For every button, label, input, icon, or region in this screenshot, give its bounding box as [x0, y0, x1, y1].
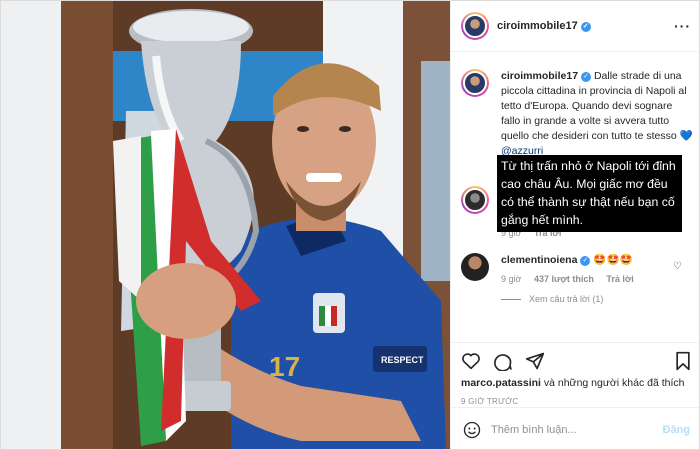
post-actions: marco.patassini và những người khác đã t…: [451, 342, 699, 406]
verified-badge-icon: ✓: [581, 72, 592, 82]
svg-text:17: 17: [269, 351, 300, 382]
comment-like-heart-icon[interactable]: ♡: [673, 261, 682, 272]
header-username[interactable]: ciroimmobile17 ✓: [497, 20, 591, 32]
comment-likes-count[interactable]: 437 lượt thích: [534, 274, 594, 284]
avatar[interactable]: [461, 69, 489, 97]
post-comment-button[interactable]: Đăng: [663, 424, 691, 436]
post-header: ciroimmobile17 ✓ ···: [451, 1, 699, 52]
avatar[interactable]: [461, 12, 489, 40]
photo-illustration: RESPECT 17: [1, 1, 450, 449]
translation-overlay: Từ thị trấn nhỏ ở Napoli tới đỉnh cao ch…: [497, 155, 682, 232]
caption: ciroimmobile17 ✓ Dalle strade di una picc…: [461, 69, 694, 159]
liked-by-username[interactable]: marco.patassini: [461, 377, 541, 389]
likes-summary: marco.patassini và những người khác đã t…: [461, 377, 685, 389]
bookmark-icon[interactable]: [674, 351, 692, 371]
avatar[interactable]: [461, 253, 489, 281]
instagram-post-window: RESPECT 17 ciroimmobile17 ✓ ··· ciroimmo…: [0, 0, 700, 450]
comment-username[interactable]: clementinoiena: [501, 254, 577, 266]
post-photo[interactable]: RESPECT 17: [1, 1, 450, 449]
comment-icon[interactable]: [493, 351, 513, 371]
reply-button[interactable]: Trả lời: [606, 274, 633, 284]
share-icon[interactable]: [525, 351, 545, 371]
verified-badge-icon: ✓: [580, 256, 591, 266]
svg-text:RESPECT: RESPECT: [381, 355, 424, 365]
avatar[interactable]: [461, 186, 489, 214]
heart-icon[interactable]: [461, 352, 481, 370]
action-icons: [461, 347, 692, 375]
comment-text: clementinoiena ✓ 🤩🤩🤩: [501, 254, 633, 266]
view-replies-button[interactable]: Xem câu trả lời (1): [501, 294, 694, 304]
list-item: clementinoiena ✓ 🤩🤩🤩 ♡ 9 giờ 437 lượt thí…: [461, 253, 694, 304]
comment-input[interactable]: [491, 423, 663, 436]
add-comment-bar: Đăng: [451, 407, 699, 449]
caption-username[interactable]: ciroimmobile17: [501, 70, 578, 82]
blue-heart-icon: 💙: [679, 130, 693, 142]
post-timestamp: 9 GIỜ TRƯỚC: [461, 397, 519, 406]
verified-badge-icon: ✓: [580, 22, 591, 32]
caption-text: ciroimmobile17 ✓ Dalle strade di una picc…: [501, 70, 693, 157]
comment-meta: 9 giờ 437 lượt thích Trả lời: [501, 274, 634, 284]
more-horizontal-icon[interactable]: ···: [674, 18, 691, 34]
emoji-icon[interactable]: [463, 421, 481, 439]
